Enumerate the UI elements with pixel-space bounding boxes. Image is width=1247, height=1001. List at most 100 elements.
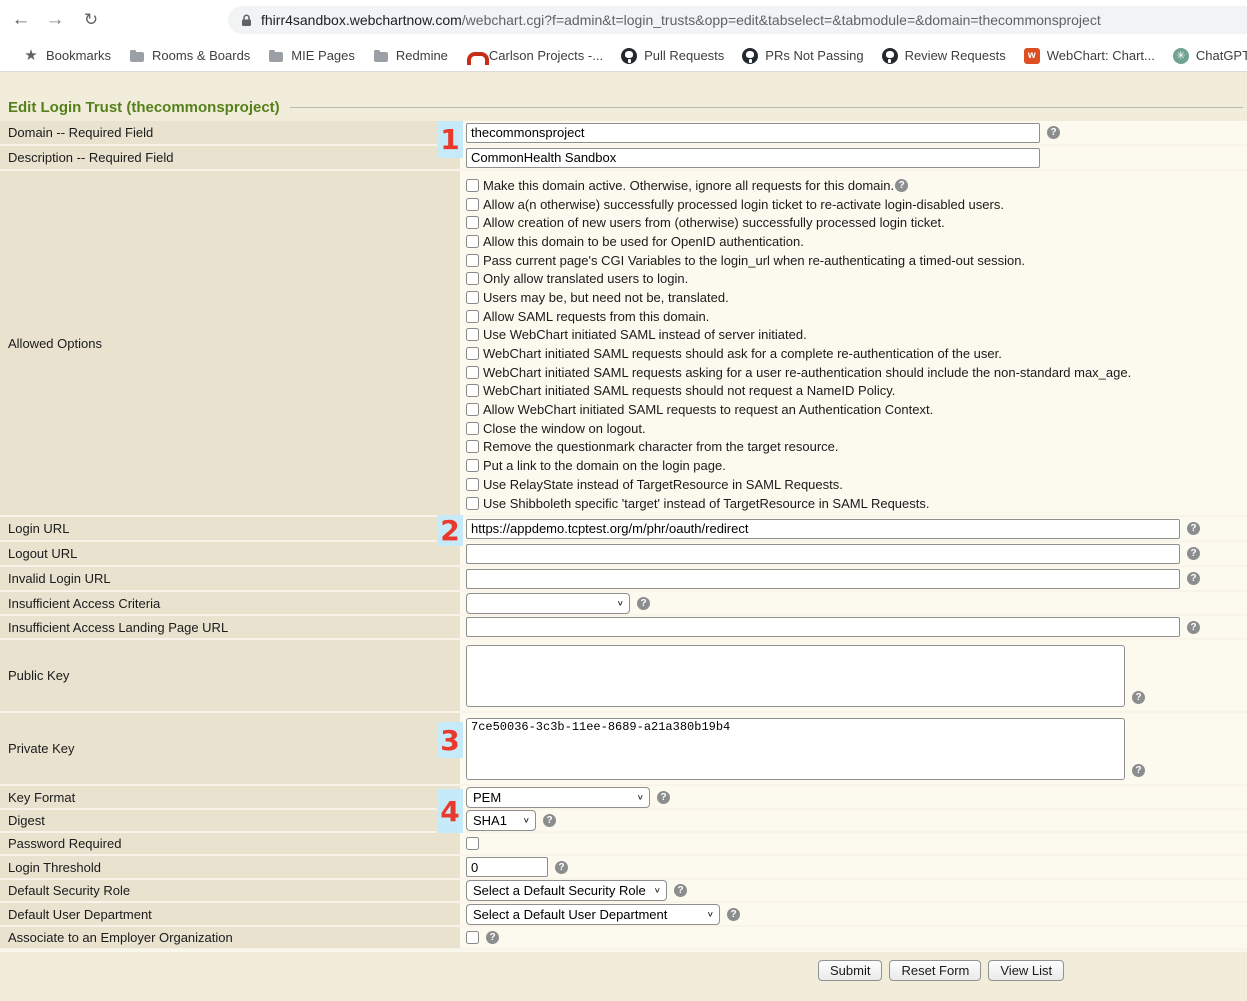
bookmark-label: Bookmarks: [46, 48, 111, 63]
allowed-options-label: Allowed Options: [0, 171, 460, 517]
option-checkbox[interactable]: [466, 198, 479, 211]
associate-employer-org-checkbox[interactable]: [466, 931, 479, 944]
option-checkbox[interactable]: [466, 478, 479, 491]
bookmark-item[interactable]: Bookmarks: [14, 44, 120, 68]
private-key-textarea[interactable]: 7ce50036-3c3b-11ee-8689-a21a380b19b4: [466, 718, 1125, 780]
option-checkbox[interactable]: [466, 459, 479, 472]
padlock-icon[interactable]: [241, 14, 252, 27]
option-label: Pass current page's CGI Variables to the…: [483, 253, 1025, 268]
help-icon[interactable]: ?: [895, 179, 908, 192]
reload-icon[interactable]: ↻: [78, 7, 104, 33]
option-label: Allow WebChart initiated SAML requests t…: [483, 402, 933, 417]
insufficient-access-landing-input[interactable]: [466, 617, 1180, 637]
back-icon[interactable]: ←: [8, 7, 34, 33]
option-checkbox[interactable]: [466, 310, 479, 323]
allowed-option-item: Put a link to the domain on the login pa…: [466, 456, 1131, 475]
option-label: Use Shibboleth specific 'target' instead…: [483, 496, 929, 511]
password-required-checkbox[interactable]: [466, 837, 479, 850]
help-icon[interactable]: ?: [1187, 621, 1200, 634]
option-label: Allow a(n otherwise) successfully proces…: [483, 197, 1004, 212]
chevron-down-icon: ∨: [654, 886, 661, 894]
allowed-option-item: Allow a(n otherwise) successfully proces…: [466, 195, 1131, 214]
option-checkbox[interactable]: [466, 403, 479, 416]
help-icon[interactable]: ?: [1132, 764, 1145, 777]
login-url-row: ?: [460, 517, 1247, 542]
option-checkbox[interactable]: [466, 440, 479, 453]
bookmark-item[interactable]: Pull Requests: [612, 44, 733, 68]
key-format-select[interactable]: PEM ∨: [466, 787, 650, 808]
help-icon[interactable]: ?: [486, 931, 499, 944]
help-icon[interactable]: ?: [674, 884, 687, 897]
bookmark-item[interactable]: MIE Pages: [259, 44, 364, 68]
help-icon[interactable]: ?: [555, 861, 568, 874]
help-icon[interactable]: ?: [1132, 691, 1145, 704]
bookmark-item[interactable]: Carlson Projects -...: [457, 44, 612, 68]
option-checkbox[interactable]: [466, 347, 479, 360]
default-security-role-select[interactable]: Select a Default Security Role ∨: [466, 880, 667, 901]
chevron-down-icon: ∨: [617, 599, 624, 607]
help-icon[interactable]: ?: [1187, 572, 1200, 585]
allowed-options-row: Make this domain active. Otherwise, igno…: [460, 171, 1247, 517]
option-checkbox[interactable]: [466, 384, 479, 397]
public-key-textarea[interactable]: [466, 645, 1125, 707]
option-label: WebChart initiated SAML requests should …: [483, 383, 895, 398]
option-checkbox[interactable]: [466, 216, 479, 229]
arc-icon: [466, 48, 482, 64]
help-icon[interactable]: ?: [657, 791, 670, 804]
allowed-option-item: Only allow translated users to login.: [466, 269, 1131, 288]
allowed-option-item: Allow WebChart initiated SAML requests t…: [466, 400, 1131, 419]
default-user-department-select[interactable]: Select a Default User Department ∨: [466, 904, 720, 925]
login-threshold-label: Login Threshold: [0, 856, 460, 880]
option-checkbox[interactable]: [466, 272, 479, 285]
allowed-option-item: Remove the questionmark character from t…: [466, 438, 1131, 457]
address-bar[interactable]: fhirr4sandbox.webchartnow.com/webchart.c…: [228, 6, 1247, 34]
view-list-button[interactable]: View List: [988, 960, 1064, 981]
help-icon[interactable]: ?: [543, 814, 556, 827]
reset-form-button[interactable]: Reset Form: [889, 960, 981, 981]
logout-url-input[interactable]: [466, 544, 1180, 564]
bookmark-item[interactable]: Rooms & Boards: [120, 44, 259, 68]
bookmark-item[interactable]: ChatGPT: [1164, 44, 1247, 68]
login-threshold-input[interactable]: [466, 857, 548, 877]
bookmark-item[interactable]: WebChart: Chart...: [1015, 44, 1164, 68]
default-user-department-label: Default User Department: [0, 903, 460, 927]
help-icon[interactable]: ?: [637, 597, 650, 610]
chevron-down-icon: ∨: [707, 910, 714, 918]
help-icon[interactable]: ?: [1047, 126, 1060, 139]
invalid-login-url-input[interactable]: [466, 569, 1180, 589]
submit-button[interactable]: Submit: [818, 960, 882, 981]
option-checkbox[interactable]: [466, 422, 479, 435]
insufficient-access-criteria-select[interactable]: ∨: [466, 593, 630, 614]
option-checkbox[interactable]: [466, 254, 479, 267]
url-text: fhirr4sandbox.webchartnow.com/webchart.c…: [261, 12, 1101, 28]
select-value: SHA1: [473, 813, 507, 828]
help-icon[interactable]: ?: [1187, 547, 1200, 560]
option-checkbox[interactable]: [466, 235, 479, 248]
page-content: Edit Login Trust (thecommonsproject) Dom…: [0, 72, 1247, 1001]
form-actions: Submit Reset Form View List: [0, 950, 1247, 1001]
select-value: PEM: [473, 790, 501, 805]
option-label: Put a link to the domain on the login pa…: [483, 458, 726, 473]
option-checkbox[interactable]: [466, 291, 479, 304]
option-checkbox[interactable]: [466, 497, 479, 510]
bookmark-item[interactable]: PRs Not Passing: [733, 44, 872, 68]
github-icon: [742, 48, 758, 64]
help-icon[interactable]: ?: [727, 908, 740, 921]
option-checkbox[interactable]: [466, 179, 479, 192]
option-checkbox[interactable]: [466, 328, 479, 341]
option-checkbox[interactable]: [466, 366, 479, 379]
forward-icon[interactable]: →: [42, 7, 68, 33]
domain-input[interactable]: [466, 123, 1040, 143]
digest-select[interactable]: SHA1 ∨: [466, 810, 536, 831]
description-input[interactable]: [466, 148, 1040, 168]
public-key-label: Public Key: [0, 640, 460, 713]
login-url-input[interactable]: [466, 519, 1180, 539]
chevron-down-icon: ∨: [637, 793, 644, 801]
bookmark-item[interactable]: Review Requests: [873, 44, 1015, 68]
annotation-marker-2: 2: [437, 515, 463, 546]
domain-row: ?: [460, 121, 1247, 146]
associate-employer-org-label: Associate to an Employer Organization: [0, 927, 460, 950]
bookmark-item[interactable]: Redmine: [364, 44, 457, 68]
help-icon[interactable]: ?: [1187, 522, 1200, 535]
digest-row: SHA1 ∨ ?: [460, 810, 1247, 833]
